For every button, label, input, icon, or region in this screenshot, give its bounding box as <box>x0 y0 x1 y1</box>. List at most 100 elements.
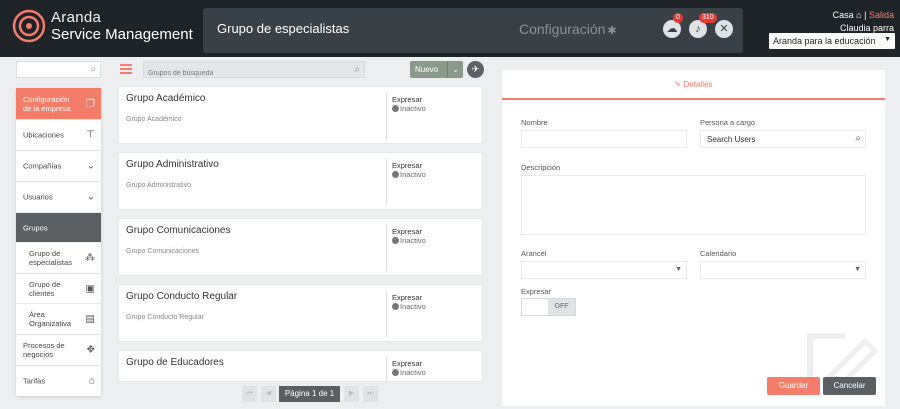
home-label: Casa <box>832 10 854 20</box>
divider <box>386 225 387 271</box>
contacts-icon: ▣ <box>85 283 95 294</box>
status-dot-icon <box>392 303 399 310</box>
brand-name: Aranda <box>51 9 102 26</box>
name-field[interactable] <box>521 130 687 148</box>
expresar-toggle[interactable]: OFF <box>521 298 576 316</box>
tab-details[interactable]: ✎ Detalles <box>502 70 885 100</box>
bell-notifications-button[interactable]: ♪ 310 <box>689 13 717 38</box>
copy-icon: ❐ <box>86 98 95 109</box>
cloud-badge: 0 <box>673 13 683 23</box>
user-box: Casa ⌂ | Salida Claudia parra <box>833 10 894 33</box>
status-label: Inactivo <box>400 170 426 179</box>
group-title: Grupo Administrativo <box>126 159 219 170</box>
cancel-button[interactable]: Cancelar <box>823 377 876 395</box>
divider <box>386 93 387 139</box>
chevron-down-icon[interactable]: ⌄ <box>447 61 463 78</box>
sidebar-search[interactable]: ⌕ <box>16 61 101 78</box>
group-card[interactable]: Grupo Administrativo Grupo Administrativ… <box>118 152 483 210</box>
hamburger-icon <box>120 68 132 70</box>
home-link[interactable]: Casa ⌂ <box>833 10 862 20</box>
group-subtitle: Grupo Comunicaciones <box>126 248 200 255</box>
group-title: Grupo Comunicaciones <box>126 225 231 236</box>
sidebar-item-label: Procesos de negocios <box>23 341 65 359</box>
last-page-button[interactable]: ⏭ <box>363 386 378 402</box>
expresar-label: Expresar <box>521 287 552 296</box>
caret-down-icon: ▼ <box>675 266 682 273</box>
sidebar-item-rates[interactable]: Tarifas ⌂ <box>16 366 101 396</box>
group-status: Inactivo <box>392 236 426 245</box>
sidebar-item-label: Área Organizativa <box>29 310 72 328</box>
sidebar: Configuración de la empresa ❐ Ubicacione… <box>16 88 101 396</box>
sidebar-item-groups[interactable]: Grupos <box>16 213 101 243</box>
status-dot-icon <box>392 171 399 178</box>
search-icon: ⌕ <box>855 133 861 144</box>
user-name: Claudia parra <box>839 23 894 33</box>
group-card[interactable]: Grupo Académico Grupo Académico Expresar… <box>118 86 483 144</box>
config-link[interactable]: Configuración ✱ <box>519 21 617 37</box>
divider <box>386 357 387 381</box>
new-label: Nuevo <box>415 65 439 74</box>
group-card[interactable]: Grupo de Educadores Expresar Inactivo <box>118 350 483 382</box>
first-page-button[interactable]: ⏮ <box>242 386 257 402</box>
group-express: Expresar <box>392 95 423 104</box>
sidebar-item-label: Tarifas <box>23 376 46 386</box>
status-label: Inactivo <box>400 368 426 377</box>
group-card[interactable]: Grupo Conducto Regular Grupo Conducto Re… <box>118 284 483 342</box>
caret-down-icon: ▼ <box>884 36 891 43</box>
person-label: Persona a cargo <box>700 118 756 127</box>
status-label: Inactivo <box>400 104 426 113</box>
sidebar-item-client-groups[interactable]: Grupo de clientes ▣ <box>16 274 101 304</box>
group-status: Inactivo <box>392 104 426 113</box>
toggle-knob <box>522 299 549 315</box>
arancel-select[interactable]: ▼ <box>521 261 687 279</box>
sidebar-item-business-processes[interactable]: Procesos de negocios ✥ <box>16 335 101 366</box>
sidebar-item-label: Grupo de especialistas <box>29 249 72 267</box>
group-express: Expresar <box>392 359 423 368</box>
sidebar-item-specialist-groups[interactable]: Grupo de especialistas ⁂ <box>16 243 101 274</box>
globe-button[interactable]: ✈ <box>467 61 484 78</box>
bank-icon: ⌂ <box>88 375 95 387</box>
group-icon: ⁂ <box>85 252 95 264</box>
group-card[interactable]: Grupo Comunicaciones Grupo Comunicacione… <box>118 218 483 276</box>
save-button[interactable]: Guardar <box>767 377 820 395</box>
group-subtitle: Grupo Conducto Regular <box>126 314 204 321</box>
description-textarea[interactable] <box>521 175 866 235</box>
chevron-down-icon: ⌄ <box>86 191 95 203</box>
group-status: Inactivo <box>392 302 426 311</box>
sidebar-item-label: Configuración de la empresa <box>23 94 71 113</box>
calendario-select[interactable]: ▼ <box>700 261 866 279</box>
menu-toggle-button[interactable] <box>120 64 132 74</box>
logout-link[interactable]: Salida <box>869 10 894 20</box>
cloud-notifications-button[interactable]: ☁ 0 <box>663 13 683 38</box>
status-label: Inactivo <box>400 236 426 245</box>
tab-label: Detalles <box>683 80 713 89</box>
toggle-state: OFF <box>548 299 575 315</box>
cloud-icon: ☁ <box>666 23 678 35</box>
page-indicator: Página 1 de 1 <box>279 386 340 402</box>
new-button[interactable]: Nuevo ⌄ <box>410 61 463 78</box>
status-dot-icon <box>392 369 399 376</box>
person-placeholder: Search Users <box>707 135 756 144</box>
home-icon: ⌂ <box>856 10 862 20</box>
sidebar-item-company-config[interactable]: Configuración de la empresa ❐ <box>16 88 101 120</box>
sidebar-item-companies[interactable]: Compañías ⌄ <box>16 151 101 182</box>
prev-page-button[interactable]: ◀ <box>261 386 276 402</box>
organization-select[interactable]: Aranda para la educación ▼ <box>769 33 895 49</box>
group-title: Grupo de Educadores <box>126 357 224 368</box>
description-label: Descripción <box>521 163 561 172</box>
group-express: Expresar <box>392 161 423 170</box>
sidebar-item-org-area[interactable]: Área Organizativa ▤ <box>16 304 101 335</box>
name-label: Nombre <box>521 118 548 127</box>
gear-icon: ✱ <box>607 25 617 37</box>
tools-icon: ✕ <box>719 23 729 35</box>
next-page-button[interactable]: ▶ <box>344 386 359 402</box>
person-search-field[interactable]: Search Users ⌕ <box>700 130 866 148</box>
tools-button[interactable]: ✕ <box>715 20 733 38</box>
sidebar-item-locations[interactable]: Ubicaciones ⊤ <box>16 120 101 151</box>
org-area-icon: ▤ <box>85 313 95 325</box>
sidebar-item-users[interactable]: Usuarios ⌄ <box>16 182 101 213</box>
group-search-input[interactable] <box>144 66 344 81</box>
hamburger-icon <box>120 72 132 74</box>
search-icon[interactable]: ⌕ <box>354 64 360 75</box>
title-bar: Grupo de especialistas Configuración ✱ ☁ … <box>203 8 743 53</box>
